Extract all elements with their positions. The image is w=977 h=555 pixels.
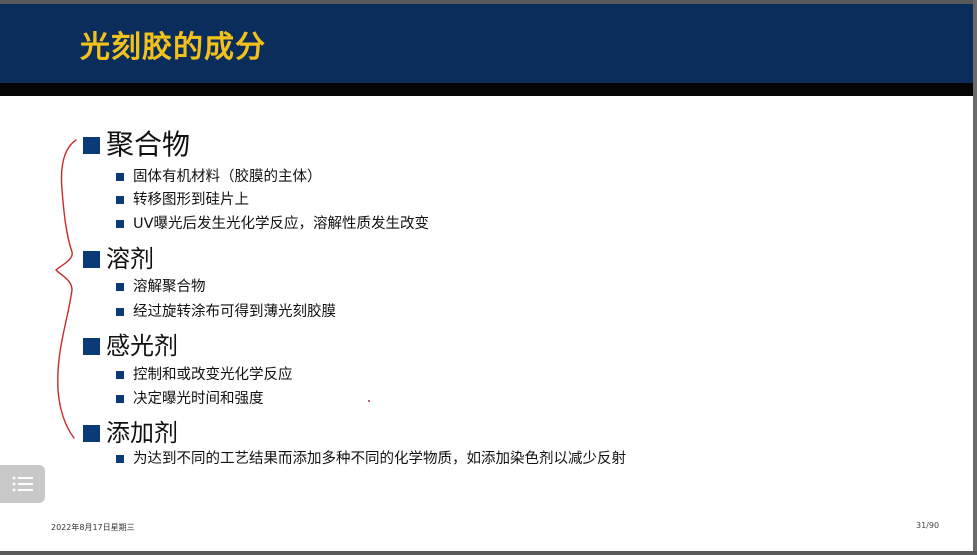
list-item-text: 经过旋转涂布可得到薄光刻胶膜 <box>133 304 336 320</box>
heading-text: 添加剂 <box>106 419 178 447</box>
bullet-icon <box>116 395 124 403</box>
bullet-icon <box>116 173 124 181</box>
list-item-text: 固体有机材料（胶膜的主体） <box>133 169 322 185</box>
slide-content: 聚合物 固体有机材料（胶膜的主体） 转移图形到硅片上 UV曝光后发生光化学反应，… <box>0 0 973 551</box>
list-menu-icon <box>12 476 33 492</box>
list-item-text: 决定曝光时间和强度 <box>133 391 264 407</box>
bullet-icon <box>116 371 124 379</box>
list-item: 溶解聚合物 <box>116 277 206 297</box>
heading-additive: 添加剂 <box>83 417 178 449</box>
red-brace-annotation <box>55 139 77 439</box>
list-item: 为达到不同的工艺结果而添加多种不同的化学物质，如添加染色剂以减少反射 <box>116 449 626 469</box>
heading-text: 溶剂 <box>106 245 154 273</box>
window-frame-right <box>973 0 977 555</box>
list-item-text: 溶解聚合物 <box>133 279 206 295</box>
list-item-text: UV曝光后发生光化学反应，溶解性质发生改变 <box>133 216 430 232</box>
slide-viewer: 光刻胶的成分 聚合物 固体有机材料（胶膜的主体） 转移图形到硅片上 UV曝光后发… <box>0 0 977 555</box>
list-item-text: 控制和或改变光化学反应 <box>133 367 293 383</box>
list-item: 经过旋转涂布可得到薄光刻胶膜 <box>116 302 336 322</box>
footer-date: 2022年8月17日星期三 <box>51 523 135 532</box>
page-number: 31/90 <box>916 521 940 530</box>
list-item: 决定曝光时间和强度 <box>116 389 264 409</box>
list-item: 固体有机材料（胶膜的主体） <box>116 167 322 187</box>
slide-menu-button[interactable] <box>0 465 45 503</box>
bullet-icon <box>116 308 124 316</box>
red-dot-annotation <box>368 400 370 402</box>
bullet-icon <box>116 196 124 204</box>
heading-photosensitizer: 感光剂 <box>83 330 178 362</box>
heading-polymer: 聚合物 <box>83 129 190 161</box>
bullet-icon <box>116 283 124 291</box>
heading-solvent: 溶剂 <box>83 243 154 275</box>
list-item-text: 为达到不同的工艺结果而添加多种不同的化学物质，如添加染色剂以减少反射 <box>133 451 626 467</box>
window-frame-bottom <box>0 551 977 555</box>
list-item: 转移图形到硅片上 <box>116 190 249 210</box>
list-item-text: 转移图形到硅片上 <box>133 192 249 208</box>
bullet-icon <box>116 220 124 228</box>
list-item: 控制和或改变光化学反应 <box>116 365 293 385</box>
list-item: UV曝光后发生光化学反应，溶解性质发生改变 <box>116 214 429 234</box>
heading-text: 聚合物 <box>106 128 191 161</box>
heading-text: 感光剂 <box>106 332 178 360</box>
bullet-icon <box>116 455 124 463</box>
